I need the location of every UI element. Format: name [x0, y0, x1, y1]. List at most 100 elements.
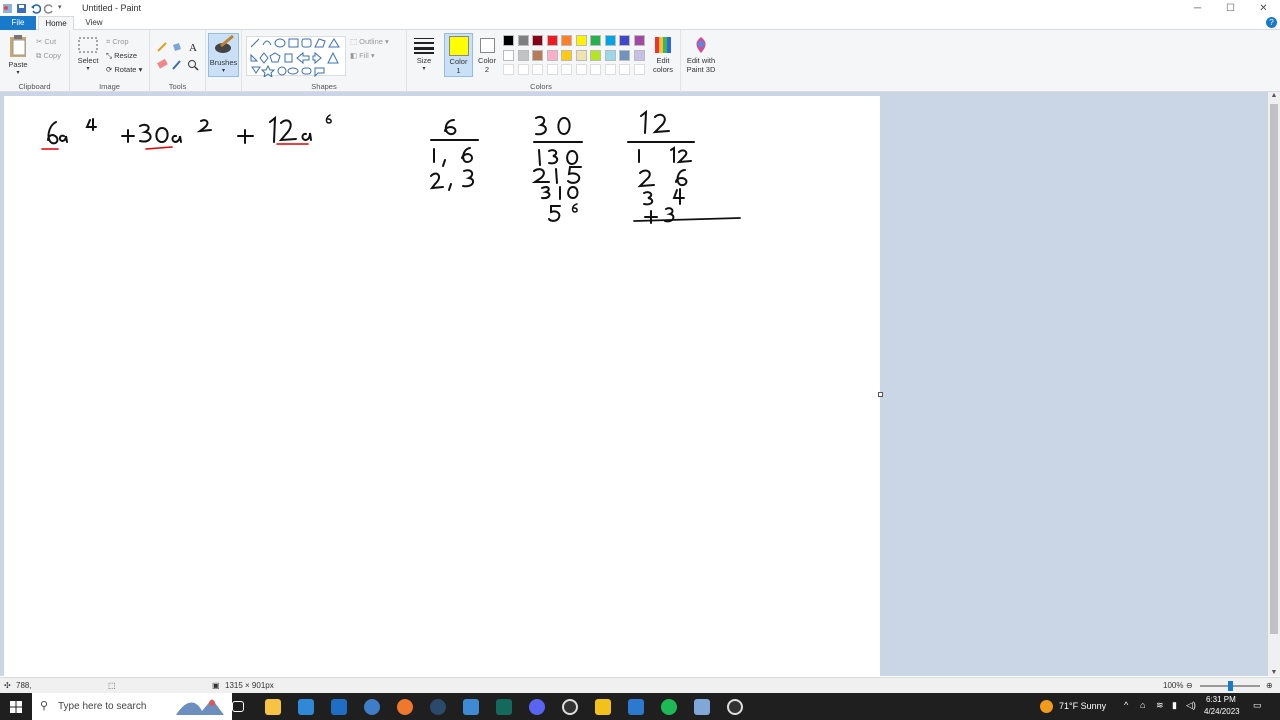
palette-color-swatch[interactable]: [619, 49, 630, 61]
palette-color-swatch[interactable]: [633, 49, 645, 61]
palette-color-swatch[interactable]: [546, 49, 558, 61]
fill-dropdown[interactable]: ◧ Fill ▾: [350, 51, 375, 60]
palette-color-swatch[interactable]: [575, 35, 587, 46]
scroll-thumb[interactable]: [1270, 104, 1278, 634]
copy-button[interactable]: ⧉ Copy: [36, 51, 61, 61]
canvas-resize-handle[interactable]: [878, 392, 883, 397]
edit-with-paint3d-button[interactable]: Edit with Paint 3D: [682, 36, 720, 74]
palette-color-swatch[interactable]: [517, 49, 529, 61]
palette-empty-swatch[interactable]: [546, 64, 558, 75]
taskbar-search-box[interactable]: ⚲ Type here to search: [32, 693, 232, 720]
tab-file[interactable]: File: [0, 16, 36, 30]
eraser-icon[interactable]: [157, 58, 168, 69]
palette-color-swatch[interactable]: [546, 35, 558, 46]
microphone-icon[interactable]: ▮: [1172, 700, 1177, 711]
palette-empty-swatch[interactable]: [619, 64, 630, 75]
tab-view[interactable]: View: [76, 16, 112, 30]
app-blue-icon[interactable]: [628, 699, 644, 715]
palette-empty-swatch[interactable]: [561, 64, 572, 75]
help-icon[interactable]: ?: [1266, 17, 1277, 28]
clock-date[interactable]: 4/24/2023: [1204, 707, 1240, 716]
media-player-icon[interactable]: [727, 699, 743, 715]
customize-qat-icon[interactable]: ▾: [58, 3, 64, 14]
maximize-button[interactable]: ☐: [1214, 0, 1247, 16]
paint-taskbar-icon[interactable]: [694, 699, 710, 715]
zoom-slider-thumb[interactable]: [1228, 681, 1233, 691]
sticky-notes-icon[interactable]: [595, 699, 611, 715]
palette-color-swatch[interactable]: [561, 49, 572, 61]
show-hidden-icons[interactable]: ^: [1124, 700, 1128, 710]
edit-colors-button[interactable]: Edit colors: [648, 36, 678, 74]
palette-empty-swatch[interactable]: [590, 64, 601, 75]
task-view-icon[interactable]: [232, 701, 244, 712]
network-status-icon[interactable]: ⌂: [1140, 700, 1145, 710]
magnifier-icon[interactable]: [188, 60, 199, 71]
close-button[interactable]: ✕: [1247, 0, 1280, 16]
palette-color-swatch[interactable]: [561, 35, 572, 46]
select-button[interactable]: Select ▾: [74, 36, 102, 72]
palette-color-swatch[interactable]: [604, 49, 616, 61]
brushes-button[interactable]: Brushes ▾: [208, 33, 239, 77]
color1-button[interactable]: Color 1: [444, 33, 473, 77]
weather-text[interactable]: 71°F Sunny: [1059, 701, 1106, 711]
scroll-up-arrow[interactable]: ▲: [1268, 92, 1280, 99]
start-button[interactable]: [0, 693, 32, 720]
palette-color-swatch[interactable]: [503, 49, 514, 61]
palette-color-swatch[interactable]: [532, 49, 543, 61]
volume-icon[interactable]: ◁): [1186, 700, 1196, 711]
edge-icon[interactable]: [364, 699, 380, 715]
pencil-icon[interactable]: [157, 42, 167, 52]
notifications-icon[interactable]: ▭: [1253, 700, 1262, 711]
rotate-button[interactable]: ⟳ Rotate ▾: [106, 65, 142, 74]
zoom-in-button[interactable]: ⊕: [1266, 681, 1273, 690]
size-button[interactable]: Size ▾: [411, 36, 437, 72]
fill-bucket-icon[interactable]: [173, 43, 181, 51]
crop-button[interactable]: ⌗ Crop: [106, 37, 129, 47]
scroll-down-arrow[interactable]: ▼: [1268, 669, 1280, 676]
clock-time[interactable]: 6:31 PM: [1206, 695, 1236, 704]
palette-empty-swatch[interactable]: [532, 64, 543, 75]
minimize-button[interactable]: ─: [1181, 0, 1214, 16]
palette-empty-swatch[interactable]: [604, 64, 616, 75]
drawing-canvas[interactable]: [4, 96, 883, 676]
palette-empty-swatch[interactable]: [633, 64, 645, 75]
palette-color-swatch[interactable]: [590, 35, 601, 46]
palette-color-swatch[interactable]: [633, 35, 645, 46]
color-picker-icon[interactable]: [172, 60, 181, 70]
save-icon[interactable]: [16, 3, 27, 14]
resize-button[interactable]: ⤡ Resize: [106, 51, 137, 61]
palette-empty-swatch[interactable]: [575, 64, 587, 75]
tab-home[interactable]: Home: [38, 16, 74, 30]
terminal-icon[interactable]: [496, 699, 512, 715]
file-explorer-icon[interactable]: [265, 699, 281, 715]
palette-color-swatch[interactable]: [532, 35, 543, 46]
palette-color-swatch[interactable]: [619, 35, 630, 46]
text-icon[interactable]: A: [189, 42, 197, 54]
zoom-out-button[interactable]: ⊖: [1186, 681, 1193, 690]
paste-button[interactable]: Paste ▾: [4, 34, 32, 76]
palette-empty-swatch[interactable]: [503, 64, 514, 75]
palette-color-swatch[interactable]: [517, 35, 529, 46]
discord-icon[interactable]: [529, 699, 545, 715]
wifi-icon[interactable]: ≋: [1156, 700, 1164, 711]
spotify-icon[interactable]: [661, 699, 677, 715]
palette-empty-swatch[interactable]: [517, 64, 529, 75]
firefox-icon[interactable]: [397, 699, 413, 715]
color2-button[interactable]: Color 2: [475, 33, 499, 77]
palette-color-swatch[interactable]: [575, 49, 587, 61]
ribbon: Paste ▾ ✂ Cut ⧉ Copy Clipboard Select ▾ …: [0, 30, 1280, 92]
palette-color-swatch[interactable]: [503, 35, 514, 46]
cut-button[interactable]: ✂ Cut: [36, 37, 56, 46]
steam-icon[interactable]: [430, 699, 446, 715]
vertical-scrollbar[interactable]: ▲ ▼: [1268, 92, 1280, 676]
shapes-gallery[interactable]: [246, 36, 346, 79]
undo-icon[interactable]: [30, 3, 42, 14]
palette-color-swatch[interactable]: [590, 49, 601, 61]
obs-icon[interactable]: [562, 699, 578, 715]
redo-icon[interactable]: [43, 3, 55, 14]
palette-color-swatch[interactable]: [604, 35, 616, 46]
visual-studio-icon[interactable]: [463, 699, 479, 715]
mail-icon[interactable]: [331, 699, 347, 715]
outline-dropdown[interactable]: ⬚ Outline ▾: [350, 37, 389, 46]
microsoft-store-icon[interactable]: [298, 699, 314, 715]
